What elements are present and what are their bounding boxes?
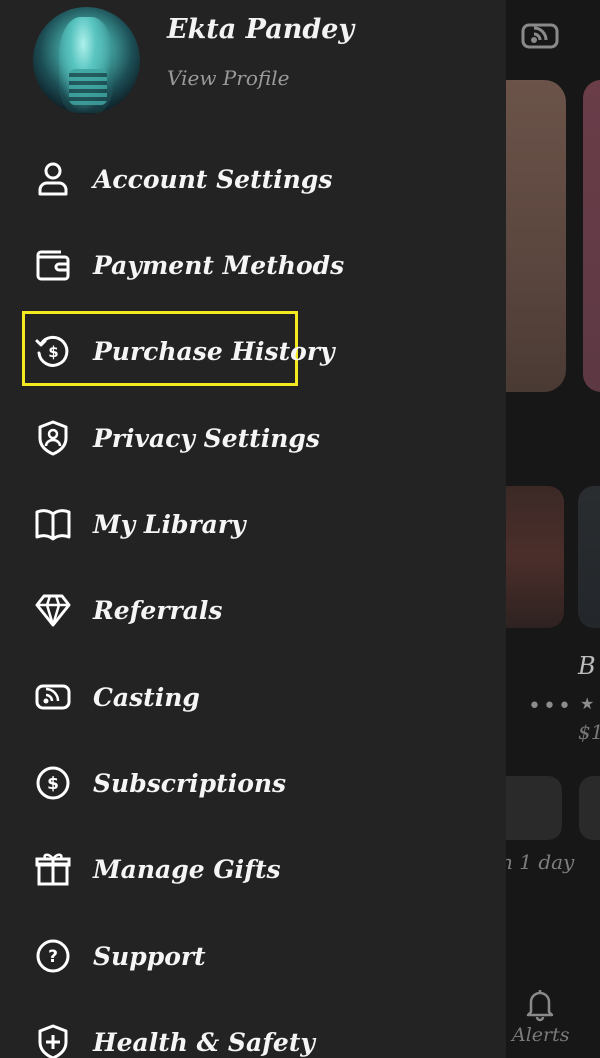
gift-icon — [33, 849, 73, 889]
menu-item-label: My Library — [93, 509, 246, 539]
menu-item-health-safety[interactable]: Health & Safety — [0, 999, 506, 1058]
menu-item-label: Account Settings — [93, 164, 333, 194]
book-icon — [33, 504, 73, 544]
content-card[interactable] — [506, 80, 566, 392]
user-name: Ekta Pandey — [167, 14, 355, 45]
menu-item-label: Support — [93, 941, 206, 971]
shield-user-icon — [33, 418, 73, 458]
card-price: $1 — [578, 720, 600, 744]
svg-text:?: ? — [48, 947, 58, 967]
content-card[interactable] — [583, 80, 600, 392]
action-pill[interactable] — [579, 776, 600, 840]
action-pill[interactable] — [506, 776, 562, 840]
content-card[interactable] — [578, 486, 600, 628]
menu-item-support[interactable]: ? Support — [0, 913, 506, 999]
wallet-icon — [33, 245, 73, 285]
menu-item-privacy-settings[interactable]: Privacy Settings — [0, 395, 506, 481]
navigation-drawer: Ekta Pandey View Profile Account Setting… — [0, 0, 506, 1058]
menu-item-label: Health & Safety — [93, 1027, 315, 1057]
menu-item-casting[interactable]: Casting — [0, 654, 506, 740]
nav-alerts-label[interactable]: Alerts — [512, 1024, 570, 1046]
menu-item-subscriptions[interactable]: $ Subscriptions — [0, 740, 506, 826]
menu-item-my-library[interactable]: My Library — [0, 481, 506, 567]
menu-item-manage-gifts[interactable]: Manage Gifts — [0, 826, 506, 912]
content-card[interactable] — [506, 486, 564, 628]
more-options-icon[interactable]: ••• — [528, 694, 573, 719]
dollar-history-icon: $ — [33, 331, 73, 371]
menu-item-referrals[interactable]: Referrals — [0, 567, 506, 653]
svg-text:$: $ — [47, 774, 59, 794]
menu-item-label: Manage Gifts — [93, 854, 281, 884]
user-icon — [33, 159, 73, 199]
menu-item-payment-methods[interactable]: Payment Methods — [0, 222, 506, 308]
cast-icon[interactable] — [520, 18, 560, 54]
avatar[interactable] — [33, 7, 140, 114]
card-title: B — [578, 652, 596, 680]
menu-item-label: Payment Methods — [93, 250, 345, 280]
help-icon: ? — [33, 936, 73, 976]
menu-item-purchase-history[interactable]: $ Purchase History — [0, 308, 506, 394]
view-profile-link[interactable]: View Profile — [167, 66, 289, 90]
menu-item-account-settings[interactable]: Account Settings — [0, 136, 506, 222]
shield-plus-icon — [33, 1022, 73, 1058]
menu-item-label: Privacy Settings — [93, 423, 320, 453]
svg-text:$: $ — [48, 343, 58, 361]
bell-icon[interactable] — [522, 986, 558, 1022]
menu-item-label: Purchase History — [93, 336, 335, 366]
dollar-circle-icon: $ — [33, 763, 73, 803]
star-icon: ★ — [580, 694, 595, 713]
expiry-text: n 1 day — [500, 850, 575, 874]
cast-icon — [33, 677, 73, 717]
diamond-icon — [33, 590, 73, 630]
menu-item-label: Casting — [93, 682, 200, 712]
menu-item-label: Subscriptions — [93, 768, 287, 798]
menu-item-label: Referrals — [93, 595, 223, 625]
